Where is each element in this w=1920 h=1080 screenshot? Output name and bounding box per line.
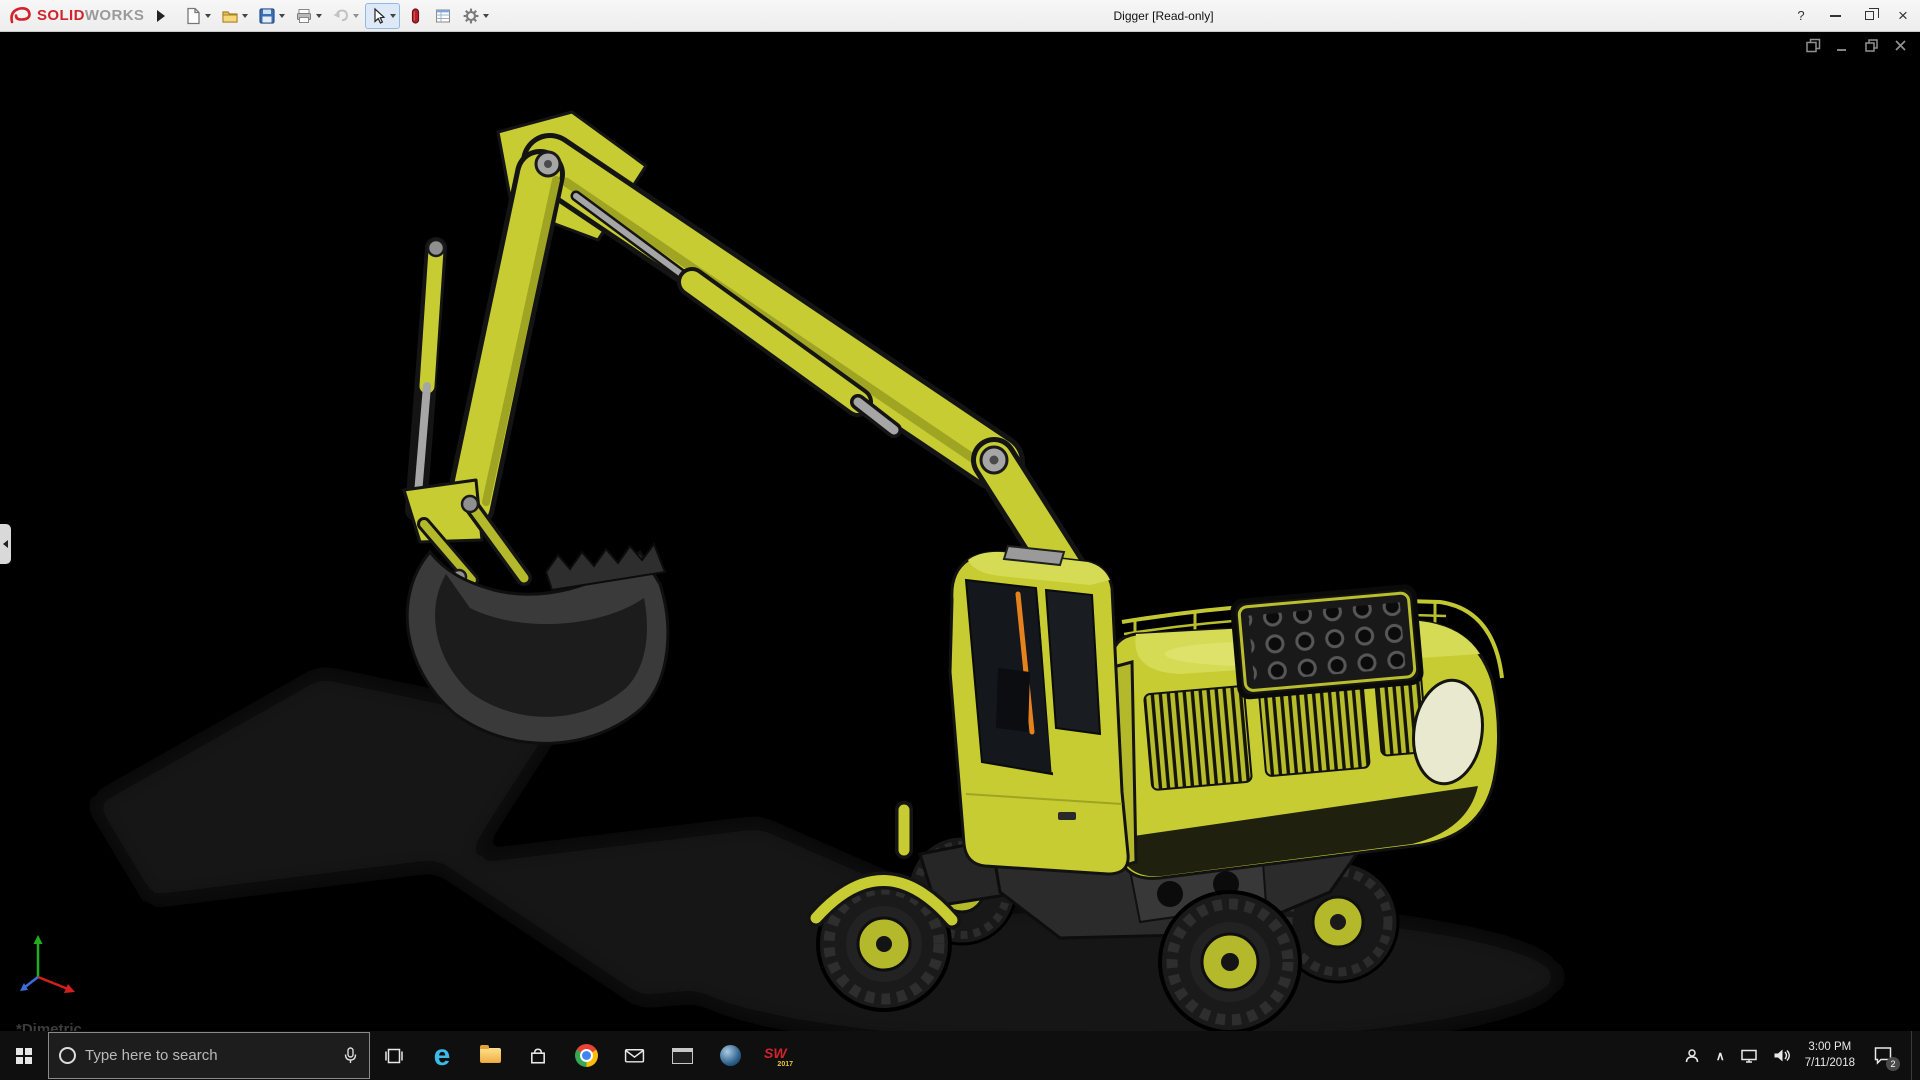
people-icon[interactable] (1683, 1047, 1701, 1065)
minimize-button[interactable] (1818, 0, 1852, 31)
print-icon (295, 7, 313, 25)
store-icon (529, 1047, 547, 1065)
document-title: Digger [Read-only] (1113, 9, 1213, 23)
open-button[interactable] (217, 3, 252, 29)
expand-menu-button[interactable] (152, 4, 170, 28)
task-view-icon (384, 1047, 404, 1065)
taskbar-store-button[interactable] (514, 1031, 562, 1080)
taskbar-chrome-button[interactable] (562, 1031, 610, 1080)
clock-time: 3:00 PM (1805, 1040, 1855, 1056)
chevron-down-icon[interactable] (390, 14, 396, 18)
taskbar-mail-button[interactable] (610, 1031, 658, 1080)
taskbar-solidworks-button[interactable]: SW 2017 (754, 1031, 802, 1080)
undo-button[interactable] (328, 3, 363, 29)
dassault-logo-icon (8, 5, 32, 27)
volume-icon[interactable] (1773, 1048, 1790, 1063)
orientation-label: *Dimetric (16, 1021, 82, 1031)
collapse-arrow-icon (3, 540, 8, 548)
excavator-model[interactable] (0, 32, 1920, 1031)
boom-assembly[interactable] (404, 112, 1078, 592)
console-icon (672, 1048, 693, 1064)
taskbar: e SW 2017 ∧ (0, 1031, 1920, 1080)
chevron-down-icon[interactable] (279, 14, 285, 18)
child-window-cascade-icon[interactable] (1806, 38, 1821, 53)
solidworks-2017-icon: SW 2017 (763, 1043, 793, 1069)
child-window-restore-icon[interactable] (1864, 38, 1879, 53)
restore-icon (1865, 11, 1874, 20)
cab[interactable] (904, 546, 1136, 874)
cortana-circle-icon (59, 1047, 76, 1064)
close-button[interactable]: × (1886, 0, 1920, 31)
taskbar-search[interactable] (48, 1032, 370, 1079)
brand-solid-text: SOLID (37, 7, 85, 24)
save-icon (258, 7, 276, 25)
child-window-close-icon[interactable] (1893, 38, 1908, 53)
sphere-app-icon (720, 1045, 741, 1066)
microphone-icon[interactable] (342, 1047, 359, 1064)
undo-icon (332, 7, 350, 25)
play-arrow-icon (157, 10, 165, 22)
red-capsule-button[interactable] (402, 3, 428, 29)
edge-icon: e (434, 1041, 451, 1071)
quick-access-toolbar (180, 3, 493, 29)
rear-wheel-near[interactable] (1160, 892, 1300, 1031)
sheet-icon (434, 7, 452, 25)
start-icon (16, 1048, 32, 1064)
help-button[interactable]: ? (1784, 0, 1818, 31)
open-icon (221, 7, 239, 25)
clock-date: 7/11/2018 (1805, 1056, 1855, 1072)
taskbar-edge-button[interactable]: e (418, 1031, 466, 1080)
titlebar: SOLIDWORKS (0, 0, 1920, 32)
orientation-triad-icon[interactable] (16, 927, 96, 1007)
panel-collapse-tab[interactable] (0, 524, 11, 564)
action-center-button[interactable]: 2 (1870, 1043, 1896, 1069)
chevron-down-icon[interactable] (242, 14, 248, 18)
window-controls: ? × (1784, 0, 1920, 32)
new-document-icon (184, 7, 202, 25)
chevron-down-icon[interactable] (205, 14, 211, 18)
file-explorer-icon (480, 1048, 501, 1063)
search-input[interactable] (85, 1047, 333, 1064)
brand-works-text: WORKS (85, 7, 145, 24)
print-button[interactable] (291, 3, 326, 29)
clock[interactable]: 3:00 PM 7/11/2018 (1805, 1040, 1855, 1071)
taskbar-sphere-app-button[interactable] (706, 1031, 754, 1080)
red-capsule-icon (406, 7, 424, 25)
task-view-button[interactable] (370, 1031, 418, 1080)
options-gear-icon (462, 7, 480, 25)
start-button[interactable] (0, 1031, 48, 1080)
chevron-down-icon[interactable] (316, 14, 322, 18)
solidworks-brand: SOLIDWORKS (0, 5, 152, 27)
engine-hatch (1232, 586, 1422, 697)
save-button[interactable] (254, 3, 289, 29)
show-desktop-button[interactable] (1911, 1031, 1918, 1080)
select-cursor-icon (369, 7, 387, 25)
select-tool-button[interactable] (365, 3, 400, 29)
sheet-button[interactable] (430, 3, 456, 29)
new-document-button[interactable] (180, 3, 215, 29)
restore-button[interactable] (1852, 0, 1886, 31)
chevron-down-icon[interactable] (483, 14, 489, 18)
hidden-icons-caret-icon[interactable]: ∧ (1716, 1049, 1725, 1063)
taskbar-console-button[interactable] (658, 1031, 706, 1080)
network-icon[interactable] (1740, 1048, 1758, 1064)
system-tray: ∧ 3:00 PM 7/11/2018 2 (1683, 1031, 1920, 1080)
rear-body[interactable] (1112, 586, 1502, 878)
child-window-minimize-icon[interactable] (1835, 38, 1850, 53)
mail-icon (624, 1047, 645, 1064)
graphics-viewport[interactable]: *Dimetric (0, 32, 1920, 1031)
chevron-down-icon[interactable] (353, 14, 359, 18)
minimize-icon (1830, 15, 1841, 17)
chrome-icon (575, 1044, 598, 1067)
brand-text: SOLIDWORKS (37, 7, 144, 24)
options-button[interactable] (458, 3, 493, 29)
child-window-controls (1806, 38, 1908, 53)
notification-badge: 2 (1886, 1057, 1900, 1071)
taskbar-explorer-button[interactable] (466, 1031, 514, 1080)
